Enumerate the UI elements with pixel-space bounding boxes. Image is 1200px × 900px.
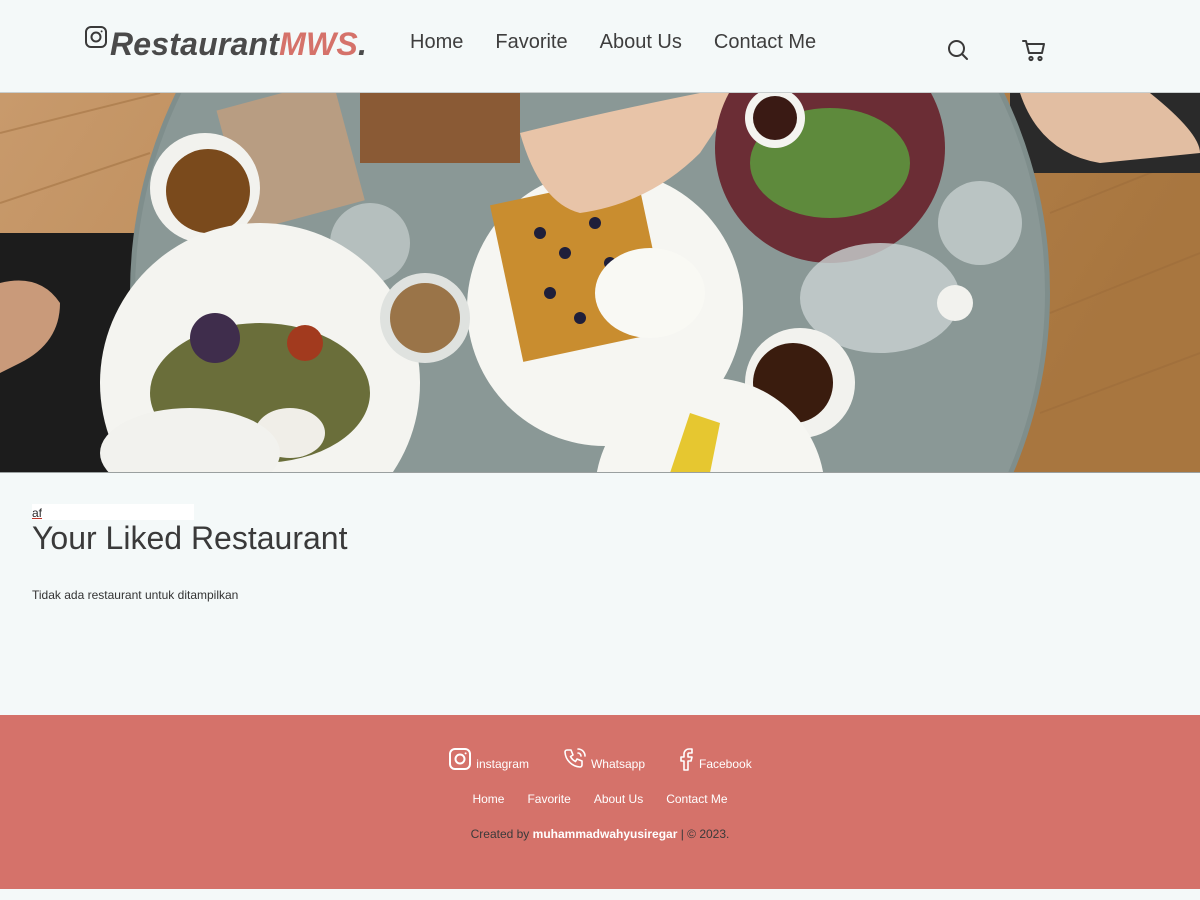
empty-state-message: Tidak ada restaurant untuk ditampilkan (32, 588, 239, 602)
logo-accent: MWS (279, 26, 358, 62)
search-button[interactable] (944, 36, 972, 64)
social-facebook[interactable]: Facebook (679, 747, 752, 771)
footer-link-favorite[interactable]: Favorite (527, 792, 570, 806)
cart-button[interactable] (1020, 36, 1048, 64)
footer-link-home[interactable]: Home (472, 792, 504, 806)
nav-about-us[interactable]: About Us (600, 30, 682, 54)
cart-icon (1022, 40, 1045, 62)
social-instagram[interactable]: instagram (448, 747, 529, 771)
hero-image (0, 93, 1200, 473)
instagram-icon (449, 748, 472, 770)
site-logo[interactable]: RestaurantMWS. (84, 24, 367, 64)
footer: instagram Whatsapp Facebook Home Favorit… (0, 715, 1200, 889)
logo-text: RestaurantMWS. (110, 24, 367, 64)
page-title: Your Liked Restaurant (32, 520, 348, 556)
hero-photo (0, 93, 1200, 472)
nav-home[interactable]: Home (410, 30, 463, 54)
nav-favorite[interactable]: Favorite (495, 30, 567, 54)
instagram-icon (85, 26, 107, 48)
nav-contact-me[interactable]: Contact Me (714, 30, 816, 54)
phone-icon (564, 748, 586, 768)
main-nav: Home Favorite About Us Contact Me (410, 30, 848, 54)
facebook-icon (680, 748, 693, 771)
logo-name: Restaurant (110, 26, 280, 62)
credit-prefix: Created by (470, 827, 533, 841)
page-bottom-strip (0, 889, 1200, 900)
credit-author-link[interactable]: muhammadwahyusiregar (533, 827, 678, 841)
social-whatsapp[interactable]: Whatsapp (563, 747, 645, 771)
social-facebook-label: Facebook (699, 757, 752, 771)
credit-suffix: | © 2023. (677, 827, 730, 841)
footer-credit: Created by muhammadwahyusiregar | © 2023… (0, 827, 1200, 841)
logo-dot: . (357, 26, 368, 62)
social-links: instagram Whatsapp Facebook (0, 747, 1200, 771)
social-whatsapp-label: Whatsapp (590, 757, 645, 771)
navbar: RestaurantMWS. Home Favorite About Us Co… (0, 0, 1200, 93)
social-instagram-label: instagram (476, 757, 529, 771)
footer-link-contact-me[interactable]: Contact Me (666, 792, 727, 806)
footer-link-about-us[interactable]: About Us (594, 792, 643, 806)
search-icon (948, 40, 968, 60)
footer-nav: Home Favorite About Us Contact Me (0, 790, 1200, 808)
